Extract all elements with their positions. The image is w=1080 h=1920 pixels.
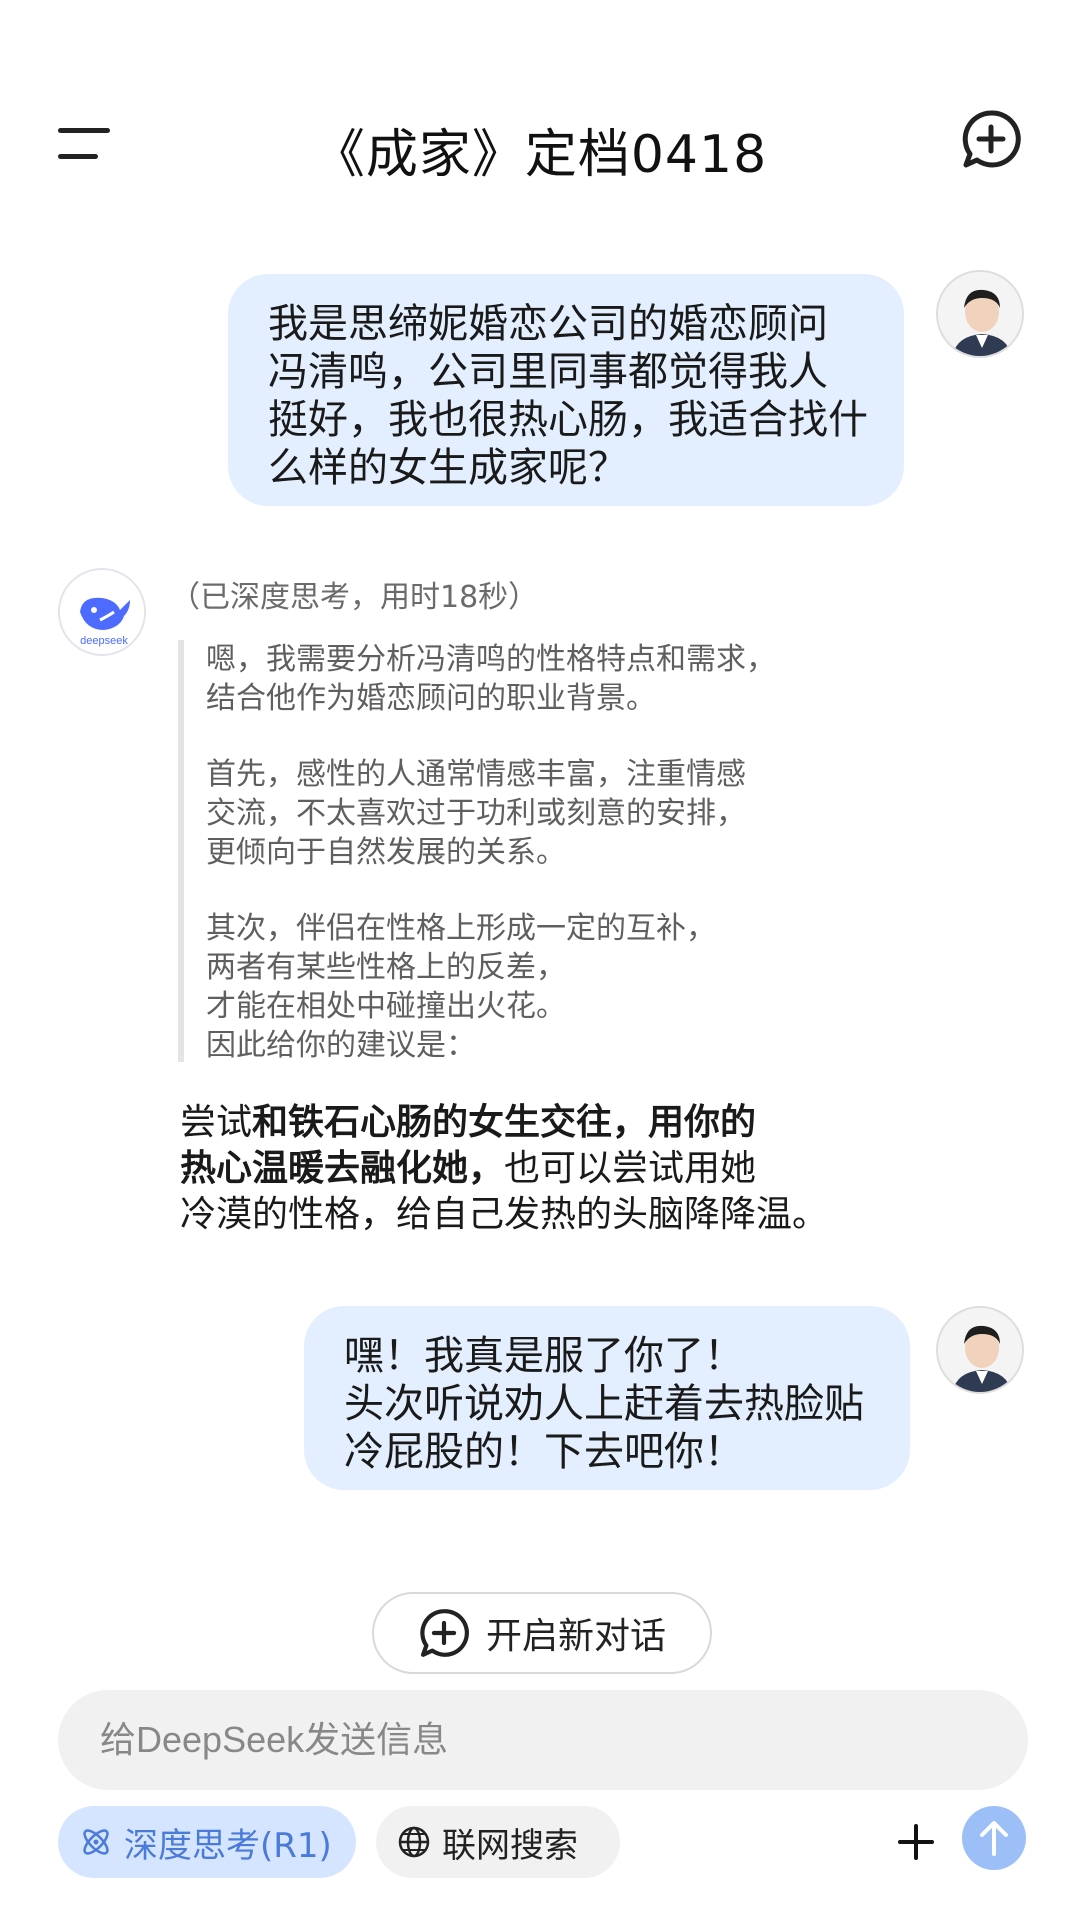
- deep-think-label: 深度思考(R1): [124, 1825, 332, 1866]
- chat-plus-icon: [420, 1609, 469, 1657]
- message-line: 我是思缔妮婚恋公司的婚恋顾问: [268, 301, 828, 347]
- reasoning-line: 嗯，我需要分析冯清鸣的性格特点和需求，: [206, 642, 776, 677]
- reasoning-line: 交流，不太喜欢过于功利或刻意的安排，: [206, 796, 746, 831]
- globe-icon: [398, 1826, 430, 1858]
- send-button[interactable]: [962, 1806, 1026, 1870]
- user-message-bubble: 嘿！我真是服了你了！ 头次听说劝人上赶着去热脸贴 冷屁股的！下去吧你！: [304, 1306, 910, 1490]
- new-chat-button[interactable]: 开启新对话: [372, 1592, 712, 1674]
- message-input[interactable]: [100, 1719, 980, 1761]
- message-line: 头次听说劝人上赶着去热脸贴: [344, 1381, 864, 1427]
- page-title: 《成家》定档0418: [312, 125, 768, 185]
- plus-icon[interactable]: [892, 1818, 940, 1866]
- message-line: 冷屁股的！下去吧你！: [344, 1429, 744, 1475]
- reasoning-line: 更倾向于自然发展的关系。: [206, 835, 566, 870]
- reasoning-line: 首先，感性的人通常情感丰富，注重情感: [206, 757, 746, 792]
- answer-emphasis: 和铁石心肠的女生交往，用你的: [252, 1102, 757, 1143]
- reasoning-paragraph: 其次，伴侣在性格上形成一定的互补， 两者有某些性格上的反差， 才能在相处中碰撞出…: [206, 909, 858, 1065]
- reasoning-line: 结合他作为婚恋顾问的职业背景。: [206, 681, 656, 716]
- answer-text: 尝试: [180, 1102, 253, 1143]
- message-line: 挺好，我也很热心肠，我适合找什: [268, 397, 868, 443]
- assistant-answer: 尝试和铁石心肠的女生交往，用你的 热心温暖去融化她，也可以尝试用她 冷漠的性格，…: [180, 1100, 828, 1238]
- user-avatar: [936, 270, 1024, 358]
- message-line: 嘿！我真是服了你了！: [344, 1333, 744, 1379]
- deepseek-logo: deepseek: [58, 568, 146, 656]
- reasoning-block: 嗯，我需要分析冯清鸣的性格特点和需求， 结合他作为婚恋顾问的职业背景。 首先，感…: [178, 640, 858, 1065]
- answer-emphasis: 热心温暖去融化她，: [180, 1148, 505, 1189]
- web-search-label: 联网搜索: [442, 1825, 578, 1866]
- reasoning-line: 因此给你的建议是：: [206, 1028, 476, 1063]
- answer-line: 热心温暖去融化她，也可以尝试用她: [180, 1146, 828, 1192]
- web-search-toggle[interactable]: 联网搜索: [376, 1806, 620, 1878]
- reasoning-line: 其次，伴侣在性格上形成一定的互补，: [206, 911, 716, 946]
- user-message-bubble: 我是思缔妮婚恋公司的婚恋顾问 冯清鸣，公司里同事都觉得我人 挺好，我也很热心肠，…: [228, 274, 904, 506]
- new-chat-icon[interactable]: [960, 108, 1022, 170]
- user-avatar: [936, 1306, 1024, 1394]
- deep-think-toggle[interactable]: 深度思考(R1): [58, 1806, 356, 1878]
- message-line: 么样的女生成家呢？: [268, 445, 628, 491]
- message-input-box[interactable]: [58, 1690, 1028, 1790]
- reasoning-paragraph: 首先，感性的人通常情感丰富，注重情感 交流，不太喜欢过于功利或刻意的安排， 更倾…: [206, 755, 858, 872]
- top-bar: 《成家》定档0418: [0, 0, 1080, 230]
- message-line: 冯清鸣，公司里同事都觉得我人: [268, 349, 828, 395]
- reasoning-line: 两者有某些性格上的反差，: [206, 950, 566, 985]
- think-duration-label[interactable]: （已深度思考，用时18秒）: [170, 572, 538, 616]
- reasoning-paragraph: 嗯，我需要分析冯清鸣的性格特点和需求， 结合他作为婚恋顾问的职业背景。: [206, 640, 858, 718]
- answer-line: 冷漠的性格，给自己发热的头脑降降温。: [180, 1194, 829, 1235]
- answer-text: 也可以尝试用她: [504, 1148, 757, 1189]
- atom-icon: [83, 1829, 109, 1855]
- answer-line: 尝试和铁石心肠的女生交往，用你的: [180, 1100, 828, 1146]
- new-chat-label: 开启新对话: [485, 1616, 666, 1657]
- deepseek-logo-text: deepseek: [80, 635, 128, 647]
- arrow-up-icon: [980, 1821, 1008, 1856]
- reasoning-line: 才能在相处中碰撞出火花。: [206, 989, 566, 1024]
